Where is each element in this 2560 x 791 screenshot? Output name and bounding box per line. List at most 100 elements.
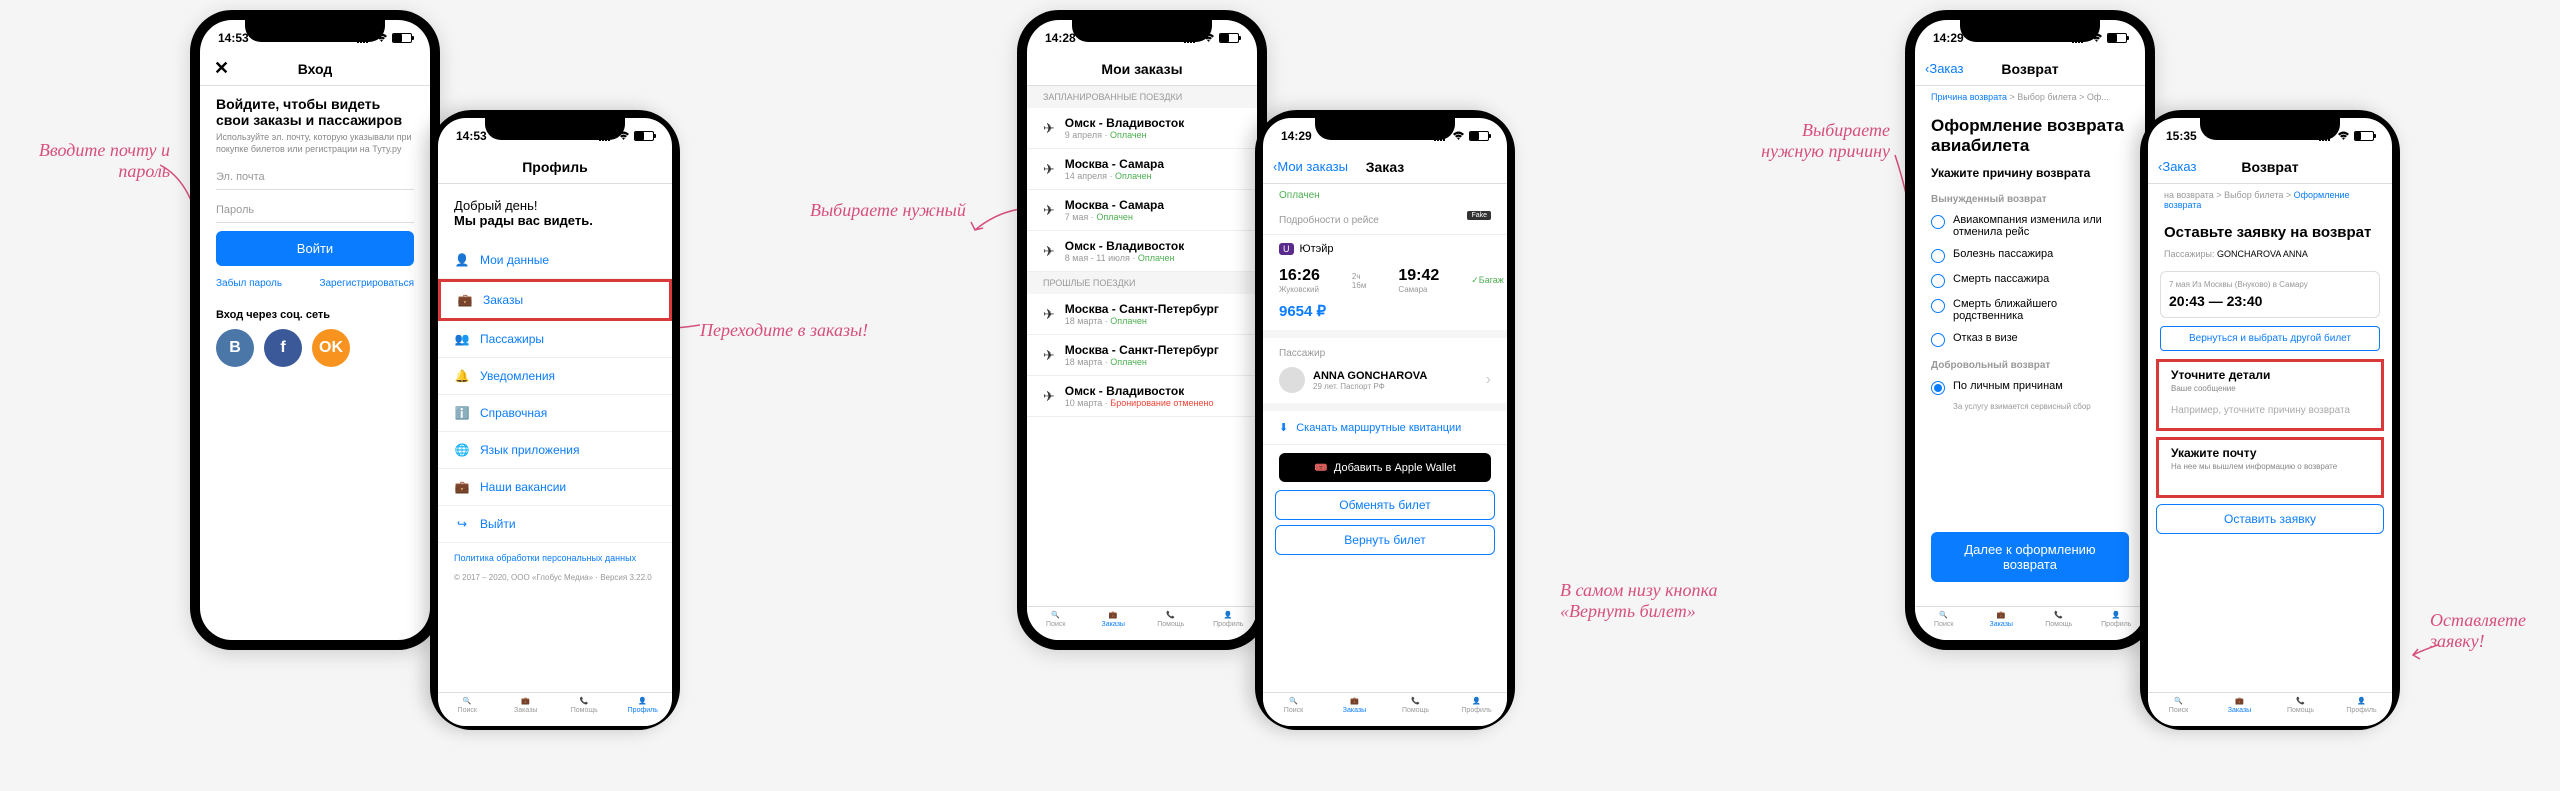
login-heading: Войдите, чтобы видеть свои заказы и пасс… — [200, 86, 430, 132]
passenger-section: Пассажир ANNA GONCHAROVA29 лет. Паспорт … — [1263, 338, 1507, 411]
voluntary-label: Добровольный возврат — [1915, 352, 2145, 375]
trip-item[interactable]: ✈Москва - Санкт-Петербург18 марта · Опла… — [1027, 335, 1257, 376]
privacy-link[interactable]: Политика обработки персональных данных — [438, 543, 672, 573]
menu-vacancies[interactable]: 💼Наши вакансии — [438, 469, 672, 506]
exchange-button[interactable]: Обменять билет — [1275, 490, 1495, 520]
tab-profile[interactable]: 👤Профиль — [2331, 697, 2392, 714]
back-select-button[interactable]: Вернуться и выбрать другой билет — [2160, 326, 2380, 351]
continue-button[interactable]: Далее к оформлению возврата — [1931, 532, 2129, 582]
forced-label: Вынужденный возврат — [1915, 186, 2145, 209]
download-receipts[interactable]: ⬇Скачать маршрутные квитанции — [1263, 411, 1507, 445]
tab-search[interactable]: 🔍Поиск — [1915, 611, 1973, 628]
trip-item[interactable]: ✈Омск - Владивосток8 мая - 11 июля · Опл… — [1027, 231, 1257, 272]
menu-my-data[interactable]: 👤Мои данные — [438, 242, 672, 279]
tab-profile[interactable]: 👤Профиль — [614, 697, 673, 714]
trip-item[interactable]: ✈Москва - Санкт-Петербург18 марта · Опла… — [1027, 294, 1257, 335]
register-link[interactable]: Зарегистрироваться — [319, 278, 414, 289]
tab-search[interactable]: 🔍Поиск — [2148, 697, 2209, 714]
tab-orders[interactable]: 💼Заказы — [1973, 611, 2031, 628]
tab-help[interactable]: 📞Помощь — [2030, 611, 2088, 628]
phone-login: 14:53 ✕Вход Войдите, чтобы видеть свои з… — [190, 10, 440, 650]
nav-title: Возврат — [2241, 159, 2298, 175]
person-icon: 👤 — [454, 252, 470, 268]
menu-language[interactable]: 🌐Язык приложения — [438, 432, 672, 469]
tab-profile[interactable]: 👤Профиль — [1200, 611, 1258, 628]
phone-order-detail: 14:29 ‹ Мои заказыЗаказ Оплачен Подробно… — [1255, 110, 1515, 730]
tab-orders[interactable]: 💼Заказы — [497, 697, 556, 714]
menu-passengers[interactable]: 👥Пассажиры — [438, 321, 672, 358]
phone-orders-list: 14:28 Мои заказы ЗАПЛАНИРОВАННЫЕ ПОЕЗДКИ… — [1017, 10, 1267, 650]
bell-icon: 🔔 — [454, 368, 470, 384]
trip-item[interactable]: ✈Омск - Владивосток10 марта · Бронирован… — [1027, 376, 1257, 417]
logout-icon: ↪ — [454, 516, 470, 532]
trip-item[interactable]: ✈Омск - Владивосток9 апреля · Оплачен — [1027, 108, 1257, 149]
tab-orders[interactable]: 💼Заказы — [1085, 611, 1143, 628]
facebook-button[interactable]: f — [264, 329, 302, 367]
phone-return-request: 15:35 ‹ ЗаказВозврат на возврата > Выбор… — [2140, 110, 2400, 730]
trip-item[interactable]: ✈Москва - Самара7 мая · Оплачен — [1027, 190, 1257, 231]
page-title: Оформление возврата авиабилета — [1915, 108, 2145, 160]
nav-title: Профиль — [522, 159, 588, 175]
nav-title: Заказ — [1366, 159, 1404, 175]
back-button[interactable]: ‹ Заказ — [1925, 61, 1963, 76]
plane-icon: ✈ — [1043, 243, 1055, 260]
plane-icon: ✈ — [1043, 347, 1055, 364]
return-button[interactable]: Вернуть билет — [1275, 525, 1495, 555]
back-button[interactable]: ‹ Мои заказы — [1273, 159, 1348, 174]
tab-search[interactable]: 🔍Поиск — [1263, 697, 1324, 714]
fake-badge: Fake — [1467, 211, 1491, 220]
menu-logout[interactable]: ↪Выйти — [438, 506, 672, 543]
submit-button[interactable]: Оставить заявку — [2156, 504, 2384, 534]
tab-help[interactable]: 📞Помощь — [1385, 697, 1446, 714]
reason-relative-death[interactable]: Смерть ближайшего родственника — [1915, 293, 2145, 327]
tab-profile[interactable]: 👤Профиль — [2088, 611, 2146, 628]
nav-title: Возврат — [2001, 61, 2058, 77]
breadcrumb: Причина возврата > Выбор билета > Оф... — [1915, 86, 2145, 108]
avatar-icon: 👤 — [638, 697, 647, 705]
avatar-icon: 👤 — [1224, 611, 1233, 619]
menu-help[interactable]: ℹ️Справочная — [438, 395, 672, 432]
forgot-password-link[interactable]: Забыл пароль — [216, 278, 282, 289]
apple-wallet-button[interactable]: 🎟️Добавить в Apple Wallet — [1279, 453, 1491, 482]
ok-button[interactable]: OK — [312, 329, 350, 367]
plane-icon: ✈ — [1043, 161, 1055, 178]
details-textarea[interactable]: Например, уточните причину возврата — [2159, 399, 2381, 422]
menu-notifications[interactable]: 🔔Уведомления — [438, 358, 672, 395]
chevron-right-icon[interactable]: › — [1486, 371, 1491, 389]
email-field[interactable]: Эл. почта — [216, 165, 414, 190]
reason-death[interactable]: Смерть пассажира — [1915, 268, 2145, 293]
email-sub: На нее мы вышлем информацию о возврате — [2159, 462, 2381, 477]
tab-help[interactable]: 📞Помощь — [1142, 611, 1200, 628]
details-sub: Ваше сообщение — [2159, 384, 2381, 399]
tab-profile[interactable]: 👤Профиль — [1446, 697, 1507, 714]
annotation-return-btn: В самом низу кнопка «Вернуть билет» — [1560, 580, 1720, 622]
password-field[interactable]: Пароль — [216, 198, 414, 223]
trip-item[interactable]: ✈Москва - Самара14 апреля · Оплачен — [1027, 149, 1257, 190]
vk-button[interactable]: B — [216, 329, 254, 367]
tab-orders[interactable]: 💼Заказы — [2209, 697, 2270, 714]
greeting: Добрый день!Мы рады вас видеть. — [438, 184, 672, 242]
tab-help[interactable]: 📞Помощь — [2270, 697, 2331, 714]
planned-label: ЗАПЛАНИРОВАННЫЕ ПОЕЗДКИ — [1027, 86, 1257, 108]
annotation-orders: Переходите в заказы! — [700, 320, 868, 341]
close-icon[interactable]: ✕ — [214, 58, 229, 79]
tab-search[interactable]: 🔍Поиск — [1027, 611, 1085, 628]
baggage-badge: ✓Багаж — [1471, 275, 1504, 286]
reason-airline-changed[interactable]: Авиакомпания изменила или отменила рейс — [1915, 209, 2145, 243]
tab-help[interactable]: 📞Помощь — [555, 697, 614, 714]
price: 9654 ₽ — [1263, 298, 1507, 338]
info-icon: ℹ️ — [454, 405, 470, 421]
sub-heading: Укажите причину возврата — [1915, 160, 2145, 186]
phone-return-reason: 14:29 ‹ ЗаказВозврат Причина возврата > … — [1905, 10, 2155, 650]
back-button[interactable]: ‹ Заказ — [2158, 159, 2196, 174]
tab-search[interactable]: 🔍Поиск — [438, 697, 497, 714]
copyright: © 2017 – 2020, ООО «Глобус Медиа» · Верс… — [438, 573, 672, 582]
menu-orders[interactable]: 💼Заказы — [438, 279, 672, 321]
login-button[interactable]: Войти — [216, 231, 414, 266]
reason-illness[interactable]: Болезнь пассажира — [1915, 243, 2145, 268]
nav-title: Мои заказы — [1101, 61, 1182, 77]
plane-icon: ✈ — [1043, 202, 1055, 219]
reason-personal[interactable]: По личным причинам — [1915, 375, 2145, 400]
tab-orders[interactable]: 💼Заказы — [1324, 697, 1385, 714]
reason-visa[interactable]: Отказ в визе — [1915, 327, 2145, 352]
